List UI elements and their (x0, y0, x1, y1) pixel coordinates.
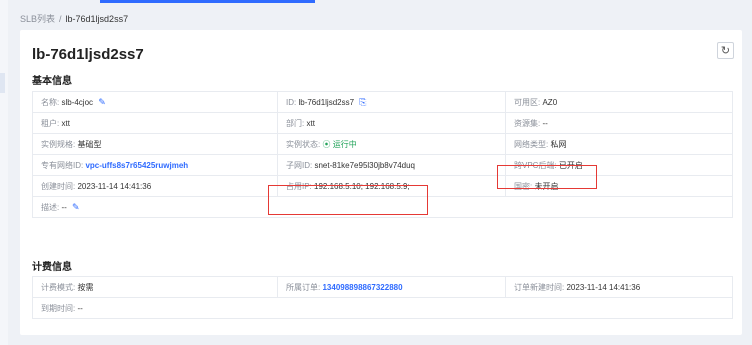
billing-info-table: 计费模式: 按需 所属订单: 134098898867322880 订单新建时间… (32, 276, 733, 319)
expire-cell: 到期时间: -- (32, 297, 733, 319)
name-value: slb-4cjoc (61, 97, 94, 107)
ipv6-label: 国密: (514, 181, 533, 191)
order-link[interactable]: 134098898867322880 (322, 283, 402, 292)
billing-mode-label: 计费模式: (41, 282, 76, 292)
created-cell: 创建时间: 2023-11-14 14:41:36 (32, 175, 278, 197)
resource-set-cell: 资源集: -- (505, 112, 733, 134)
network-type-value: 私网 (550, 139, 567, 149)
ipv6-cell: 国密: 未开启 (505, 175, 733, 197)
tenant-label: 租户: (41, 118, 60, 128)
table-row: 实例规格: 基础型 实例状态: ⦿ 运行中 网络类型: 私网 (32, 133, 733, 155)
tenant-cell: 租户: xtt (32, 112, 278, 134)
billing-info-title: 计费信息 (32, 262, 72, 273)
active-tab-indicator (100, 0, 315, 3)
resource-set-label: 资源集: (514, 118, 541, 128)
expire-value: -- (77, 303, 83, 313)
dept-label: 部门: (286, 118, 305, 128)
top-bar (0, 0, 752, 4)
table-row: 租户: xtt 部门: xtt 资源集: -- (32, 112, 733, 134)
cross-vpc-cell: 跨VPC后端: 已开启 (505, 154, 733, 176)
panel-toggle-handle[interactable] (0, 73, 5, 93)
occupied-ip-value: 192.168.5.10; 192.168.5.9; (314, 181, 410, 191)
breadcrumb-parent-link[interactable]: SLB列表 (20, 12, 55, 25)
tenant-value: xtt (61, 118, 70, 128)
subnet-value: snet-81ke7e95l30jb8v74duq (314, 160, 415, 170)
occupied-ip-label: 占用IP: (286, 181, 312, 191)
cross-vpc-value: 已开启 (558, 160, 583, 170)
name-label: 名称: (41, 97, 60, 107)
refresh-button[interactable]: ↻ (717, 42, 734, 59)
table-row: 专有网络ID: vpc-uffs8s7r65425ruwjmeh 子网ID: s… (32, 154, 733, 176)
desc-value: -- (61, 202, 67, 212)
id-value: lb-76d1ljsd2ss7 (298, 97, 355, 107)
basic-info-table: 名称: slb-4cjoc ✎ ID: lb-76d1ljsd2ss7 ⎘ 可用… (32, 91, 733, 218)
ipv6-value: 未开启 (534, 181, 559, 191)
vpc-cell: 专有网络ID: vpc-uffs8s7r65425ruwjmeh (32, 154, 278, 176)
spec-value: 基础型 (77, 139, 102, 149)
spec-label: 实例规格: (41, 139, 76, 149)
created-value: 2023-11-14 14:41:36 (77, 181, 152, 191)
table-row: 计费模式: 按需 所属订单: 134098898867322880 订单新建时间… (32, 276, 733, 298)
edit-icon[interactable]: ✎ (72, 202, 80, 212)
page-title: lb-76d1ljsd2ss7 (32, 46, 144, 63)
copy-icon[interactable]: ⎘ (359, 97, 366, 107)
network-type-cell: 网络类型: 私网 (505, 133, 733, 155)
dept-value: xtt (306, 118, 315, 128)
order-created-label: 订单新建时间: (514, 282, 565, 292)
billing-mode-cell: 计费模式: 按需 (32, 276, 278, 298)
expire-label: 到期时间: (41, 303, 76, 313)
detail-card: lb-76d1ljsd2ss7 ↻ 基本信息 名称: slb-4cjoc ✎ I… (20, 30, 742, 335)
name-cell: 名称: slb-4cjoc ✎ (32, 91, 278, 113)
table-row: 到期时间: -- (32, 297, 733, 319)
desc-label: 描述: (41, 202, 60, 212)
subnet-label: 子网ID: (286, 160, 313, 170)
billing-mode-value: 按需 (77, 282, 94, 292)
status-cell: 实例状态: ⦿ 运行中 (277, 133, 506, 155)
left-collapsed-panel (0, 0, 8, 345)
subnet-cell: 子网ID: snet-81ke7e95l30jb8v74duq (277, 154, 506, 176)
status-label: 实例状态: (286, 139, 321, 149)
desc-cell: 描述: -- ✎ (32, 196, 733, 218)
vpc-label: 专有网络ID: (41, 160, 84, 170)
running-status-icon: ⦿ (322, 139, 331, 149)
id-label: ID: (286, 97, 297, 107)
id-cell: ID: lb-76d1ljsd2ss7 ⎘ (277, 91, 506, 113)
created-label: 创建时间: (41, 181, 76, 191)
occupied-ip-cell: 占用IP: 192.168.5.10; 192.168.5.9; (277, 175, 506, 197)
basic-info-title: 基本信息 (32, 76, 72, 87)
network-type-label: 网络类型: (514, 139, 549, 149)
vpc-link[interactable]: vpc-uffs8s7r65425ruwjmeh (85, 161, 188, 170)
table-row: 名称: slb-4cjoc ✎ ID: lb-76d1ljsd2ss7 ⎘ 可用… (32, 91, 733, 113)
table-row: 创建时间: 2023-11-14 14:41:36 占用IP: 192.168.… (32, 175, 733, 197)
order-cell: 所属订单: 134098898867322880 (277, 276, 506, 298)
order-created-value: 2023-11-14 14:41:36 (566, 282, 641, 292)
resource-set-value: -- (542, 118, 548, 128)
zone-value: AZ0 (542, 97, 558, 107)
refresh-icon: ↻ (720, 45, 731, 57)
order-label: 所属订单: (286, 282, 321, 292)
edit-icon[interactable]: ✎ (98, 97, 106, 107)
cross-vpc-label: 跨VPC后端: (514, 160, 557, 170)
status-value: 运行中 (332, 139, 357, 149)
breadcrumb-current: lb-76d1ljsd2ss7 (65, 13, 129, 24)
table-row: 描述: -- ✎ (32, 196, 733, 218)
breadcrumb-separator: / (59, 13, 62, 24)
zone-label: 可用区: (514, 97, 541, 107)
spec-cell: 实例规格: 基础型 (32, 133, 278, 155)
order-created-cell: 订单新建时间: 2023-11-14 14:41:36 (505, 276, 733, 298)
zone-cell: 可用区: AZ0 (505, 91, 733, 113)
dept-cell: 部门: xtt (277, 112, 506, 134)
breadcrumb: SLB列表 / lb-76d1ljsd2ss7 (20, 12, 128, 25)
